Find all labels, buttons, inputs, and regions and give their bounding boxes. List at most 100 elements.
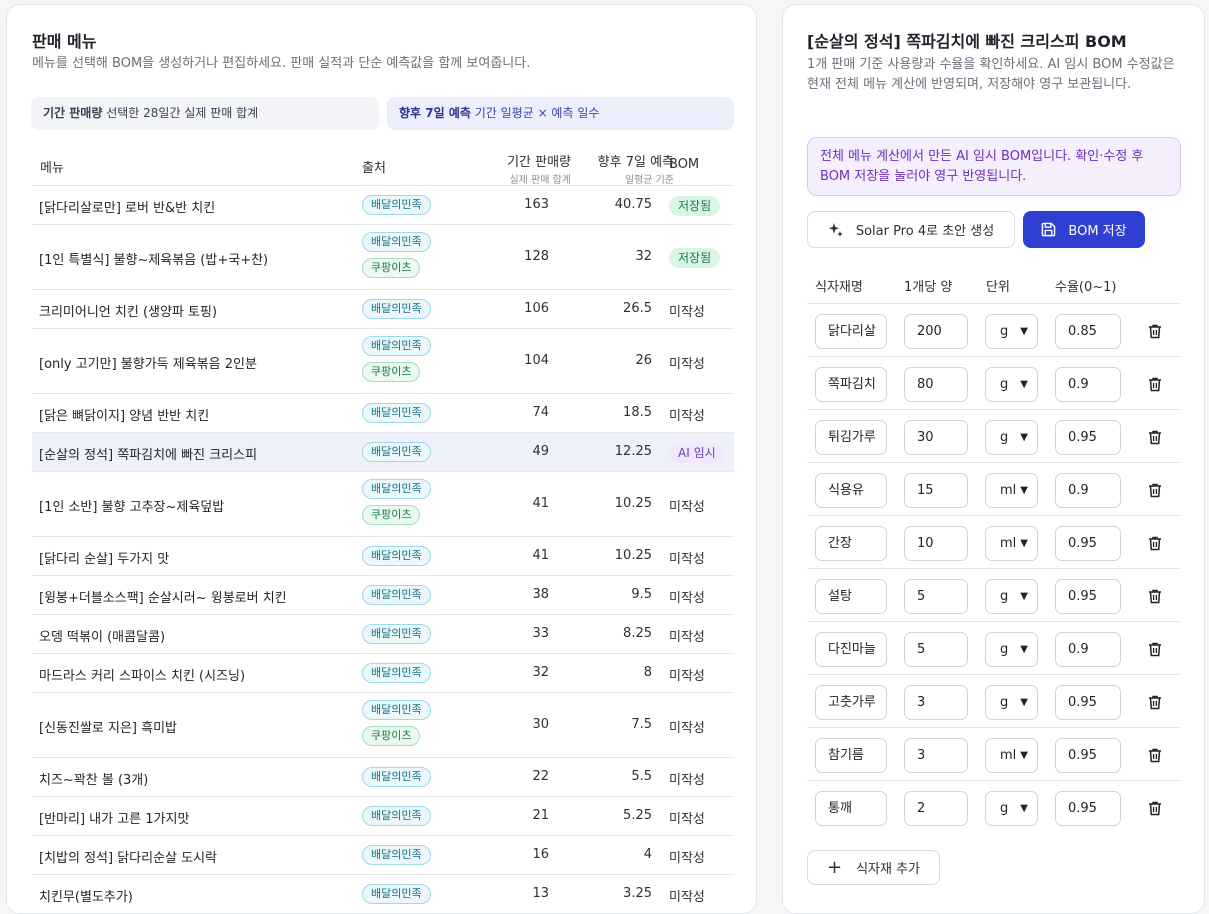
- ingredient-yield-input[interactable]: 0.9: [1055, 367, 1121, 402]
- menu-row[interactable]: [윙봉+더블소스팩] 순살시러~ 윙봉로버 치킨 배달의민족 38 9.5 미작성: [32, 575, 734, 614]
- ingredient-unit-select[interactable]: g ▼: [985, 367, 1038, 402]
- ingredient-qty-input[interactable]: 200: [904, 314, 968, 349]
- menu-row[interactable]: [닭다리살로만] 로버 반&반 치킨 배달의민족 163 40.75 저장됨: [32, 185, 734, 224]
- ingredient-yield-input[interactable]: 0.95: [1055, 791, 1121, 826]
- ingredient-name-input[interactable]: 간장: [815, 526, 887, 561]
- menu-row[interactable]: 크리미어니언 치킨 (생양파 토핑) 배달의민족 106 26.5 미작성: [32, 289, 734, 328]
- menu-row[interactable]: [1인 소반] 불향 고추장~제육덮밥 배달의민족 쿠팡이츠 41 10.25 미작성: [32, 471, 734, 536]
- ingredient-qty-input[interactable]: 30: [904, 420, 968, 455]
- ingredient-yield-input[interactable]: 0.95: [1055, 579, 1121, 614]
- column-menu[interactable]: 메뉴: [40, 157, 64, 176]
- ingredient-name-input[interactable]: 다진마늘: [815, 632, 887, 667]
- menu-row[interactable]: [신동진쌀로 지은] 흑미밥 배달의민족 쿠팡이츠 30 7.5 미작성: [32, 692, 734, 757]
- forecast-value: 5.5: [631, 769, 652, 784]
- bom-status: 미작성: [669, 301, 705, 320]
- ingredient-unit-select[interactable]: g ▼: [985, 632, 1038, 667]
- ingredient-name-input[interactable]: 쪽파김치: [815, 367, 887, 402]
- menu-row[interactable]: [닭은 뼈닭이지] 양념 반반 치킨 배달의민족 74 18.5 미작성: [32, 393, 734, 432]
- ingredient-unit-select[interactable]: ml ▼: [985, 738, 1038, 773]
- ingredient-name-input[interactable]: 닭다리살: [815, 314, 887, 349]
- menu-row[interactable]: [닭다리 순살] 두가지 맛 배달의민족 41 10.25 미작성: [32, 536, 734, 575]
- ingredient-name-input-value: 통깨: [828, 801, 852, 816]
- menu-row[interactable]: [순살의 정석] 쪽파김치에 빠진 크리스피 배달의민족 49 12.25 AI 임시: [32, 432, 734, 471]
- bom-status-badge: 미작성: [669, 630, 705, 645]
- menu-row[interactable]: [치밥의 정석] 닭다리순살 도시락 배달의민족 16 4 미작성: [32, 835, 734, 874]
- ingredient-unit-select[interactable]: g ▼: [985, 791, 1038, 826]
- ingredient-unit-select[interactable]: g ▼: [985, 579, 1038, 614]
- ingredient-name-input[interactable]: 튀김가루: [815, 420, 887, 455]
- trash-icon[interactable]: [1147, 376, 1163, 392]
- column-source[interactable]: 출처: [362, 157, 386, 176]
- ingredient-qty-input[interactable]: 5: [904, 579, 968, 614]
- ingredient-unit-select-value: ml: [1000, 536, 1017, 551]
- bom-status-badge: AI 임시: [669, 443, 725, 463]
- trash-icon[interactable]: [1147, 641, 1163, 657]
- bom-status-badge: 미작성: [669, 552, 705, 567]
- trash-icon[interactable]: [1147, 588, 1163, 604]
- column-period-sales[interactable]: 기간 판매량 실제 판매 합계: [507, 151, 571, 186]
- source-chip-baemin: 배달의민족: [362, 624, 431, 644]
- ingredient-yield-input[interactable]: 0.85: [1055, 314, 1121, 349]
- chevron-down-icon: ▼: [1020, 326, 1028, 337]
- ingredient-name-input[interactable]: 식용유: [815, 473, 887, 508]
- menu-row[interactable]: [only 고기만] 불향가득 제육볶음 2인분 배달의민족 쿠팡이츠 104 26 미작…: [32, 328, 734, 393]
- ingredient-row: 식용유 15 ml ▼ 0.9: [807, 462, 1181, 515]
- ingredient-name-input[interactable]: 설탕: [815, 579, 887, 614]
- ingredient-qty-input-value: 200: [917, 324, 942, 339]
- column-forecast[interactable]: 향후 7일 예측 일평균 기준: [598, 151, 674, 186]
- menu-row[interactable]: [반마리] 내가 고른 1가지맛 배달의민족 21 5.25 미작성: [32, 796, 734, 835]
- menu-row[interactable]: 오뎅 떡볶이 (매콤달콤) 배달의민족 33 8.25 미작성: [32, 614, 734, 653]
- column-bom[interactable]: BOM: [669, 157, 699, 172]
- trash-icon[interactable]: [1147, 747, 1163, 763]
- add-ingredient-button[interactable]: + 식자재 추가: [807, 850, 940, 885]
- trash-icon[interactable]: [1147, 323, 1163, 339]
- ingredient-name-input[interactable]: 참기름: [815, 738, 887, 773]
- ingredient-yield-input[interactable]: 0.9: [1055, 632, 1121, 667]
- ingredient-yield-input[interactable]: 0.95: [1055, 738, 1121, 773]
- solar-draft-button[interactable]: Solar Pro 4로 초안 생성: [807, 211, 1015, 248]
- ingredient-yield-input[interactable]: 0.95: [1055, 526, 1121, 561]
- menu-row[interactable]: 치즈~꽉찬 볼 (3개) 배달의민족 22 5.5 미작성: [32, 757, 734, 796]
- ingredient-qty-input[interactable]: 80: [904, 367, 968, 402]
- ingredient-yield-input[interactable]: 0.9: [1055, 473, 1121, 508]
- bom-save-button[interactable]: BOM 저장: [1023, 211, 1145, 248]
- ingredient-unit-select-value: g: [1000, 642, 1009, 657]
- trash-icon[interactable]: [1147, 429, 1163, 445]
- period-sales-value: 41: [532, 548, 549, 563]
- ingredient-unit-select[interactable]: ml ▼: [985, 473, 1038, 508]
- ingredient-qty-input[interactable]: 2: [904, 791, 968, 826]
- source-chip-baemin: 배달의민족: [362, 403, 431, 423]
- menu-name: 치즈~꽉찬 볼 (3개): [39, 773, 149, 788]
- source-chips: 배달의민족: [362, 663, 431, 689]
- ingredient-unit-select[interactable]: g ▼: [985, 420, 1038, 455]
- menu-row[interactable]: 치킨무(별도추가) 배달의민족 13 3.25 미작성: [32, 874, 734, 913]
- ingredient-unit-select[interactable]: ml ▼: [985, 526, 1038, 561]
- period-sales-value: 16: [532, 847, 549, 862]
- ingredient-qty-input[interactable]: 10: [904, 526, 968, 561]
- ingredient-qty-input[interactable]: 5: [904, 632, 968, 667]
- ingredient-yield-input[interactable]: 0.95: [1055, 685, 1121, 720]
- menu-name: [닭은 뼈닭이지] 양념 반반 치킨: [39, 409, 210, 424]
- forecast-value: 32: [635, 249, 652, 264]
- ingredient-qty-input[interactable]: 3: [904, 738, 968, 773]
- ingredient-unit-select[interactable]: g ▼: [985, 685, 1038, 720]
- ingredient-name-input[interactable]: 통깨: [815, 791, 887, 826]
- ingredient-unit-select[interactable]: g ▼: [985, 314, 1038, 349]
- bom-status: 미작성: [669, 808, 705, 827]
- ingredient-name-input-value: 쪽파김치: [828, 377, 876, 392]
- ingredient-qty-input[interactable]: 15: [904, 473, 968, 508]
- bom-save-label: BOM 저장: [1068, 224, 1127, 239]
- bom-status: 미작성: [669, 353, 705, 372]
- trash-icon[interactable]: [1147, 482, 1163, 498]
- ingredient-yield-input[interactable]: 0.95: [1055, 420, 1121, 455]
- ingredient-name-input[interactable]: 고춧가루: [815, 685, 887, 720]
- trash-icon[interactable]: [1147, 800, 1163, 816]
- menu-row[interactable]: 마드라스 커리 스파이스 치킨 (시즈닝) 배달의민족 32 8 미작성: [32, 653, 734, 692]
- ingredient-qty-input[interactable]: 3: [904, 685, 968, 720]
- trash-icon[interactable]: [1147, 535, 1163, 551]
- trash-icon[interactable]: [1147, 694, 1163, 710]
- menu-row[interactable]: [1인 특별식] 불향~제육볶음 (밥+국+찬) 배달의민족 쿠팡이츠 128 32 저장…: [32, 224, 734, 289]
- chevron-down-icon: ▼: [1020, 591, 1028, 602]
- source-chip-baemin: 배달의민족: [362, 232, 431, 252]
- ingredient-qty-input-value: 3: [917, 748, 926, 763]
